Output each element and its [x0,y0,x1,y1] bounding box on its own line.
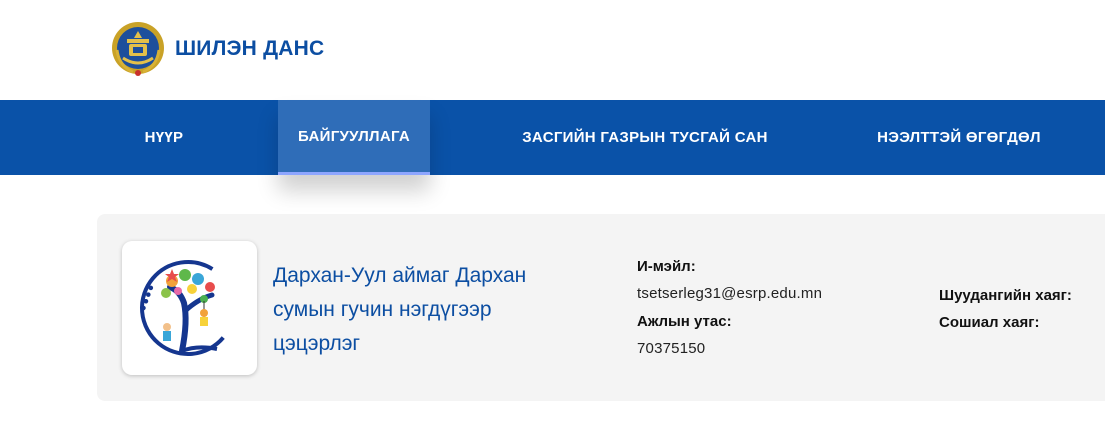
nav-item-government-special-funds[interactable]: ЗАСГИЙН ГАЗРЫН ТУСГАЙ САН [500,100,790,175]
mail-address-label: Шуудангийн хаяг: [939,287,1072,304]
email-value[interactable]: tsetserleg31@esrp.edu.mn [637,285,822,302]
kindergarten-tree-logo: ● ● ● ● [139,260,236,356]
nav-item-organizations[interactable]: БАЙГУУЛЛАГА [278,100,430,175]
social-label: Сошиал хаяг: [939,314,1040,331]
nav-item-open-data[interactable]: НЭЭЛТТЭЙ ӨГӨГДӨЛ [850,100,1068,175]
site-header: ШИЛЭН ДАНС [0,0,1105,100]
organization-logo: ● ● ● ● [122,241,257,375]
main-nav: НҮҮР БАЙГУУЛЛАГА ЗАСГИЙН ГАЗРЫН ТУСГАЙ С… [0,100,1105,175]
brand-link[interactable]: ШИЛЭН ДАНС [111,20,324,78]
state-emblem-icon [112,22,164,76]
organization-name[interactable]: Дархан-Уул аймаг Дархан сумын гучин нэгд… [273,259,583,361]
nav-item-home[interactable]: НҮҮР [110,100,218,175]
phone-label: Ажлын утас: [637,313,732,330]
phone-value: 70375150 [637,340,706,357]
email-label: И-мэйл: [637,258,696,275]
site-title: ШИЛЭН ДАНС [175,37,325,60]
